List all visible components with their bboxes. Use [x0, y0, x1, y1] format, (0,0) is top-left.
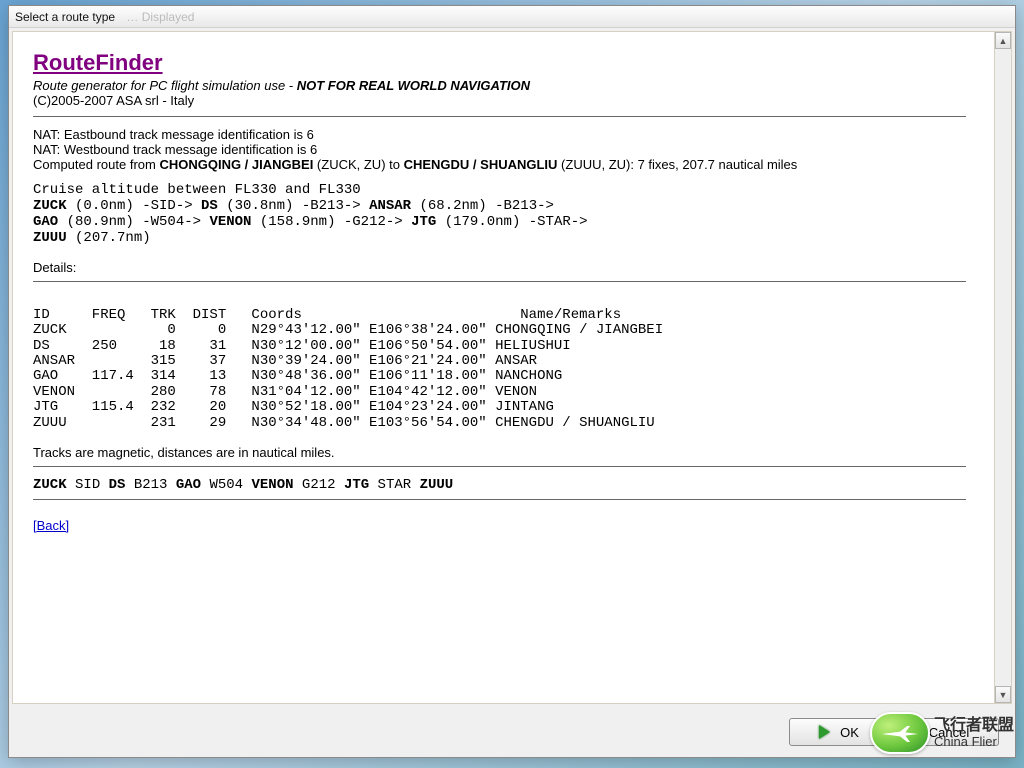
titlebar[interactable]: Select a route type … Displayed	[9, 6, 1015, 28]
table-row: DS 250 18 31 N30°12'00.00" E106°50'54.00…	[33, 339, 966, 354]
dialog-window: Select a route type … Displayed RouteFin…	[8, 5, 1016, 758]
ok-button[interactable]: OK	[789, 718, 889, 746]
waypoint-table: ID FREQ TRK DIST Coords Name/RemarksZUCK…	[33, 292, 966, 431]
details-label: Details:	[33, 260, 966, 275]
table-row: ZUCK 0 0 N29°43'12.00" E106°38'24.00" CH…	[33, 323, 966, 338]
separator	[33, 466, 966, 467]
vertical-scrollbar[interactable]: ▲ ▼	[994, 32, 1011, 703]
short-route-string: ZUCK SID DS B213 GAO W504 VENON G212 JTG…	[33, 477, 966, 493]
footer-note: Tracks are magnetic, distances are in na…	[33, 445, 966, 460]
back-link[interactable]: [Back]	[33, 518, 69, 533]
scroll-track[interactable]	[995, 49, 1011, 686]
tagline: Route generator for PC flight simulation…	[33, 78, 966, 93]
table-header-row: ID FREQ TRK DIST Coords Name/Remarks	[33, 308, 966, 323]
scroll-down-button[interactable]: ▼	[995, 686, 1011, 703]
table-row: ZUUU 231 29 N30°34'48.00" E103°56'54.00"…	[33, 416, 966, 431]
titlebar-ghost: … Displayed	[126, 10, 194, 24]
route-legs: ZUCK (0.0nm) -SID-> DS (30.8nm) -B213-> …	[33, 198, 966, 246]
content-area: RouteFinder Route generator for PC fligh…	[12, 31, 1012, 704]
cruise-line: Cruise altitude between FL330 and FL330	[33, 182, 966, 198]
scroll-up-button[interactable]: ▲	[995, 32, 1011, 49]
computed-route: Computed route from CHONGQING / JIANGBEI…	[33, 157, 966, 172]
separator	[33, 499, 966, 500]
copyright: (C)2005-2007 ASA srl - Italy	[33, 93, 966, 108]
table-row: ANSAR 315 37 N30°39'24.00" E106°21'24.00…	[33, 354, 966, 369]
table-row: VENON 280 78 N31°04'12.00" E104°42'12.00…	[33, 385, 966, 400]
app-title[interactable]: RouteFinder	[33, 50, 966, 76]
nat-east: NAT: Eastbound track message identificat…	[33, 127, 966, 142]
cancel-button[interactable]: Cancel	[899, 718, 999, 746]
button-bar: OK Cancel	[9, 707, 1015, 757]
play-icon	[819, 725, 830, 739]
separator	[33, 116, 966, 117]
table-row: GAO 117.4 314 13 N30°48'36.00" E106°11'1…	[33, 369, 966, 384]
table-row: JTG 115.4 232 20 N30°52'18.00" E104°23'2…	[33, 400, 966, 415]
window-title: Select a route type	[15, 10, 115, 24]
document-pane: RouteFinder Route generator for PC fligh…	[13, 32, 994, 703]
nat-west: NAT: Westbound track message identificat…	[33, 142, 966, 157]
separator	[33, 281, 966, 282]
